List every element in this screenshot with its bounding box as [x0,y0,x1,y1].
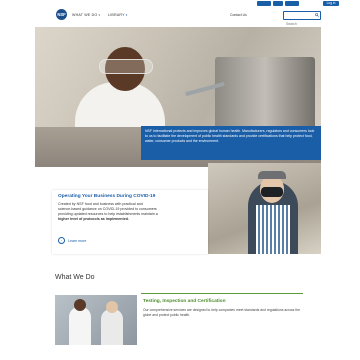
testing-body: Our comprehensive services are designed … [143,308,300,317]
nav-label: WHAT WE DO [72,13,98,17]
worker-apron [256,205,290,254]
nsf-logo[interactable]: NSF [56,9,67,20]
chevron-down-icon: ▾ [98,13,101,17]
utility-link-1[interactable] [257,1,271,6]
nav-library[interactable]: LIBRARY▾ [108,13,127,17]
covid-card: Operating Your Business During COVID-19 … [52,190,208,254]
covid-body-bold: higher level of protocols as implemented… [58,217,129,221]
safety-goggles [99,59,153,74]
person-2 [101,309,123,345]
contact-link[interactable]: Contact Us [230,13,247,17]
hero-caption: NSF International protects and improves … [141,126,321,160]
testing-title[interactable]: Testing, Inspection and Certification [143,299,226,304]
person-1-head [74,299,86,311]
section-divider [141,293,303,294]
covid-photo [208,163,321,254]
face-mask [261,187,283,197]
chevron-down-icon: ▾ [125,13,128,17]
covid-title[interactable]: Operating Your Business During COVID-19 [58,194,202,199]
learn-more-link[interactable]: › Learn more [58,237,86,244]
utility-link-3[interactable] [285,1,299,6]
lab-equipment [215,57,315,137]
search-icon[interactable] [315,13,319,17]
person-1 [69,307,91,345]
worker-cap [258,171,286,179]
nav-what-we-do[interactable]: WHAT WE DO▾ [72,13,100,17]
learn-more-label: Learn more [68,238,87,243]
utility-link-2[interactable] [273,1,283,6]
nav-label: LIBRARY [108,13,125,17]
what-we-do-title: What We Do [55,274,95,281]
arrow-right-icon: › [58,237,65,244]
search-box[interactable] [283,11,321,27]
utility-bar: Log in [0,0,360,7]
login-button[interactable]: Log in [323,1,339,6]
testing-photo [55,295,137,345]
person-2-head [106,301,118,313]
covid-body: Created by NSF food and business with pr… [58,202,202,222]
